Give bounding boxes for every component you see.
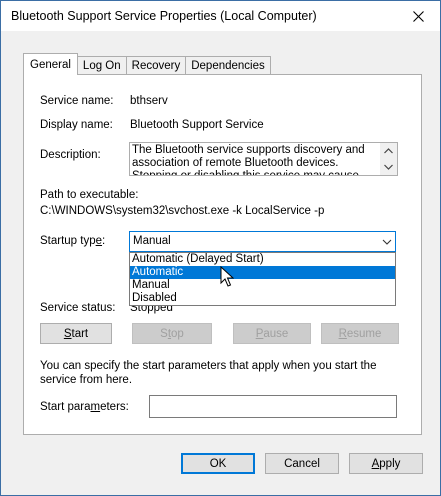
option-disabled[interactable]: Disabled: [130, 292, 395, 305]
close-icon: [412, 10, 424, 22]
chevron-down-icon: [382, 239, 392, 245]
tab-general[interactable]: General: [23, 53, 78, 75]
startup-type-value: Manual: [133, 235, 171, 247]
resume-button[interactable]: Resume: [321, 323, 399, 344]
startup-type-dropdown: Automatic (Delayed Start) Automatic Manu…: [129, 252, 396, 306]
button-label: pply: [379, 457, 401, 470]
description-box[interactable]: The Bluetooth service supports discovery…: [129, 142, 398, 176]
pause-button[interactable]: Pause: [233, 323, 311, 344]
button-label: tart: [71, 327, 89, 340]
tab-strip: General Log On Recovery Dependencies: [23, 53, 271, 75]
access-key: R: [338, 327, 347, 340]
chevron-down-icon: [384, 164, 393, 170]
tab-label: Recovery: [131, 60, 181, 72]
display-name-value[interactable]: Bluetooth Support Service: [130, 119, 264, 131]
button-label: ause: [263, 327, 289, 340]
start-button[interactable]: Start: [40, 323, 112, 344]
tab-label: Dependencies: [191, 60, 265, 72]
start-parameters-input[interactable]: [149, 395, 397, 418]
label-part: eters:: [100, 401, 129, 413]
tab-label: General: [30, 58, 71, 71]
stop-button[interactable]: St op: [132, 323, 212, 344]
label-part: :: [102, 235, 106, 247]
option-manual[interactable]: Manual: [130, 279, 395, 292]
access-key: P: [255, 327, 264, 340]
startup-type-label: Startup type:: [40, 235, 105, 247]
description-text: The Bluetooth service supports discovery…: [132, 144, 365, 176]
start-parameters-label: Start parameters:: [40, 401, 129, 413]
label-part: Startup typ: [40, 235, 96, 247]
chevron-up-icon: [384, 148, 393, 154]
description-label: Description:: [40, 149, 101, 161]
access-key: A: [371, 457, 380, 470]
mouse-cursor-icon: [220, 266, 234, 287]
service-status-label: Service status:: [40, 302, 116, 314]
label-part: Start para: [40, 401, 91, 413]
start-parameters-hint: You can specify the start parameters tha…: [40, 360, 377, 386]
ok-button[interactable]: OK: [181, 453, 255, 474]
tab-dependencies[interactable]: Dependencies: [185, 56, 271, 75]
option-automatic[interactable]: Automatic: [130, 266, 395, 279]
button-label: Cancel: [284, 457, 320, 470]
startup-type-select[interactable]: Manual: [129, 231, 396, 252]
button-label: esume: [346, 327, 382, 340]
title-bar: Bluetooth Support Service Properties (Lo…: [1, 1, 440, 31]
service-name-label: Service name:: [40, 95, 114, 107]
scroll-down-button[interactable]: [380, 159, 397, 175]
tab-recovery[interactable]: Recovery: [125, 56, 187, 75]
general-panel: Service name: bthserv Display name: Blue…: [23, 74, 422, 435]
description-scrollbar[interactable]: [380, 143, 397, 175]
option-automatic-delayed[interactable]: Automatic (Delayed Start): [130, 253, 395, 266]
button-label: OK: [209, 457, 227, 470]
path-label: Path to executable:: [40, 189, 139, 201]
apply-button[interactable]: Apply: [349, 453, 423, 474]
properties-dialog: Bluetooth Support Service Properties (Lo…: [0, 0, 441, 496]
cancel-button[interactable]: Cancel: [265, 453, 339, 474]
display-name-label: Display name:: [40, 119, 113, 131]
window-title: Bluetooth Support Service Properties (Lo…: [11, 9, 317, 23]
scroll-up-button[interactable]: [380, 143, 397, 159]
tab-label: Log On: [82, 60, 121, 72]
button-label: S: [160, 327, 168, 340]
access-key: S: [63, 327, 72, 340]
button-label: op: [171, 327, 184, 340]
service-name-value[interactable]: bthserv: [130, 95, 168, 107]
close-button[interactable]: [396, 1, 440, 31]
tab-log-on[interactable]: Log On: [76, 56, 127, 75]
access-key: m: [90, 401, 101, 413]
path-value[interactable]: C:\WINDOWS\system32\svchost.exe -k Local…: [40, 205, 324, 217]
